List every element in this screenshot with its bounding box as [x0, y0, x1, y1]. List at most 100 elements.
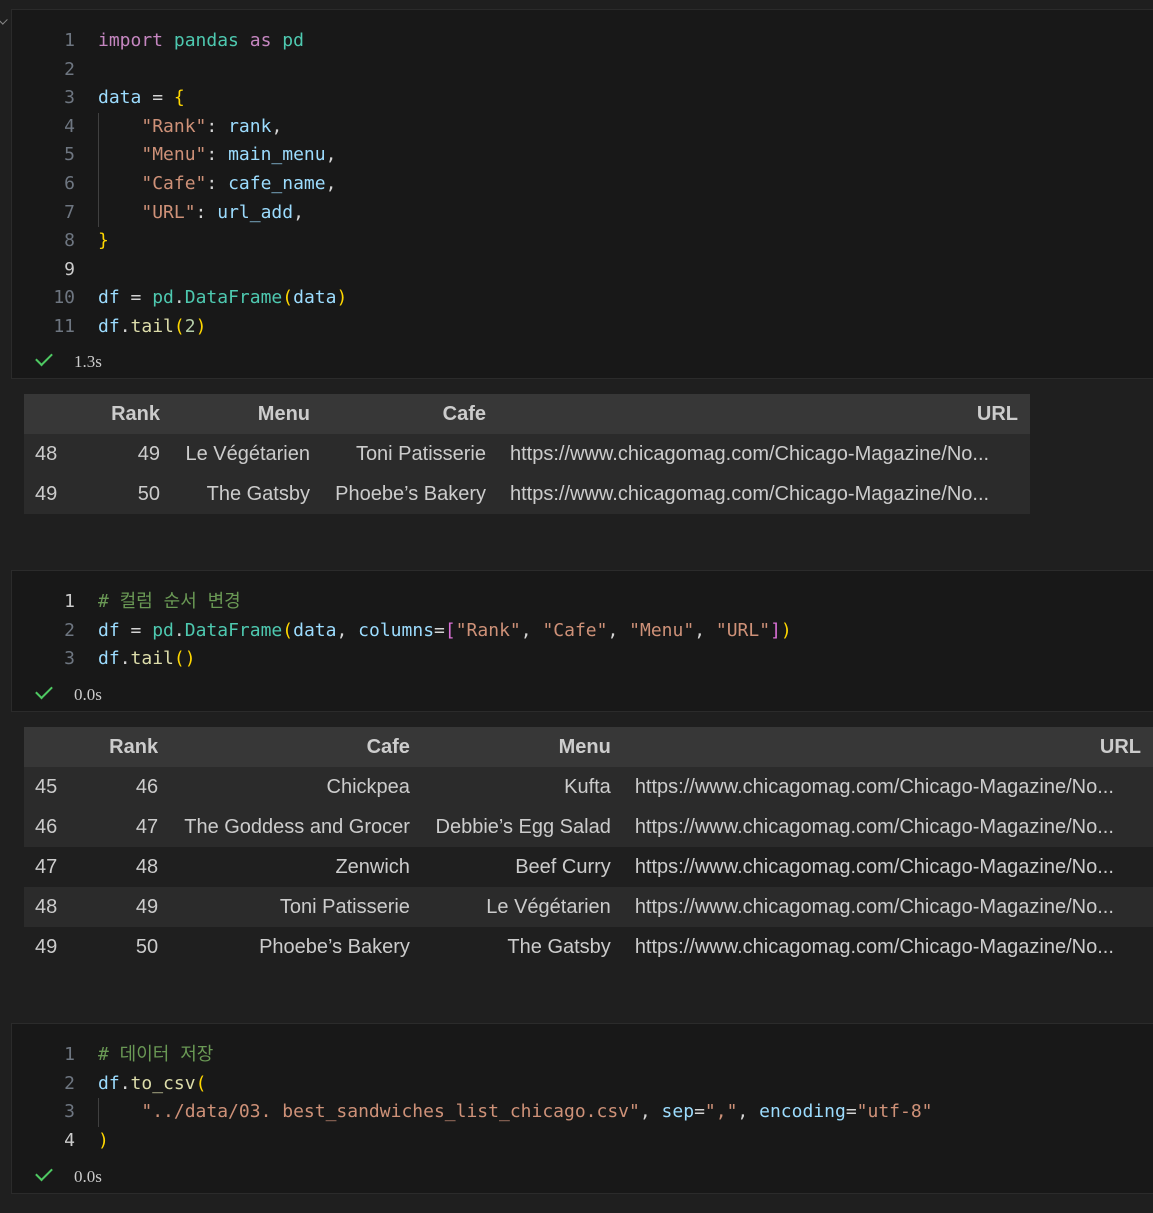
line-number: 1 [64, 30, 75, 51]
line-number: 5 [64, 144, 75, 166]
code-editor[interactable]: 1 # 데이터 저장 2 df.to_csv( 3 "../data/03. bes… [12, 1024, 1153, 1155]
execution-time: 0.0s [74, 685, 102, 704]
cell-rank: 50 [88, 474, 172, 514]
column-header-menu: Menu [172, 394, 322, 434]
code-line: } [98, 230, 109, 252]
cell-url: https://www.chicagomag.com/Chicago-Magaz… [498, 474, 1030, 514]
line-number: 7 [64, 201, 75, 223]
column-header-menu: Menu [421, 727, 623, 767]
code-cell-2[interactable]: 1 # 컬럼 순서 변경 2 df = pd.DataFrame(data, col… [11, 570, 1153, 712]
cell-url: https://www.chicagomag.com/Chicago-Magaz… [498, 434, 1030, 474]
line-number: 1 [64, 1044, 75, 1065]
column-header-cafe: Cafe [170, 727, 422, 767]
cell-menu: The Gatsby [421, 927, 623, 967]
cell-cafe: Chickpea [170, 767, 422, 807]
execution-status: 0.0s [35, 681, 102, 706]
code-editor[interactable]: 1 # 컬럼 순서 변경 2 df = pd.DataFrame(data, col… [12, 571, 1153, 674]
code-line: "URL": url_add, [141, 201, 304, 223]
row-index: 47 [24, 847, 87, 887]
table-row: 48 49 Le Végétarien Toni Patisserie http… [24, 434, 1030, 474]
column-header-url: URL [622, 727, 1153, 767]
column-header-rank: Rank [88, 394, 172, 434]
table-row: 49 50 Phoebe’s Bakery The Gatsby https:/… [24, 927, 1153, 967]
code-line: "Menu": main_menu, [141, 144, 337, 166]
code-cell-3[interactable]: 1 # 데이터 저장 2 df.to_csv( 3 "../data/03. bes… [11, 1023, 1153, 1194]
code-line: df.to_csv( [98, 1072, 207, 1094]
code-line: "../data/03. best_sandwiches_list_chicag… [141, 1101, 933, 1123]
line-number: 11 [53, 315, 75, 337]
code-line: df = pd.DataFrame(data) [98, 287, 348, 309]
code-line: ) [98, 1129, 109, 1151]
column-header-rank: Rank [86, 727, 171, 767]
line-number: 3 [64, 648, 75, 670]
code-line: data = { [98, 87, 185, 109]
code-line: "Cafe": cafe_name, [141, 172, 337, 194]
table-header-row: Rank Cafe Menu URL [24, 727, 1153, 767]
collapse-chevron-icon[interactable] [0, 16, 8, 25]
line-number: 3 [64, 87, 75, 109]
row-index: 48 [24, 887, 87, 927]
line-number: 2 [64, 58, 75, 80]
execution-status: 0.0s [35, 1163, 102, 1188]
cell-rank: 50 [86, 927, 171, 967]
column-header-url: URL [498, 394, 1030, 434]
dataframe-output-1: Rank Menu Cafe URL 48 49 Le Végétarien T… [24, 394, 1030, 514]
line-number: 2 [64, 619, 75, 641]
execution-time: 1.3s [74, 352, 102, 371]
line-number: 10 [53, 287, 75, 309]
cell-rank: 49 [86, 887, 171, 927]
line-number: 1 [64, 591, 75, 612]
cell-cafe: Phoebe’s Bakery [170, 927, 422, 967]
code-line: df.tail() [98, 648, 196, 670]
table-row: 46 47 The Goddess and Grocer Debbie’s Eg… [24, 807, 1153, 847]
code-cell-1[interactable]: 1 import pandas as pd 2 3 data = { 4 "Rank… [11, 9, 1153, 379]
line-number: 4 [64, 115, 75, 137]
cell-cafe: Toni Patisserie [322, 434, 498, 474]
code-line: # 컬럼 순서 변경 [98, 591, 241, 612]
success-check-icon [35, 1163, 53, 1182]
cell-menu: Beef Curry [421, 847, 623, 887]
success-check-icon [35, 348, 53, 367]
line-number: 3 [64, 1101, 75, 1123]
cell-url: https://www.chicagomag.com/Chicago-Magaz… [622, 767, 1153, 807]
row-index: 48 [24, 434, 88, 474]
row-index: 49 [24, 474, 88, 514]
row-index: 49 [24, 927, 87, 967]
table-row: 48 49 Toni Patisserie Le Végétarien http… [24, 887, 1153, 927]
cell-url: https://www.chicagomag.com/Chicago-Magaz… [622, 807, 1153, 847]
execution-status: 1.3s [35, 348, 102, 373]
cell-cafe: The Goddess and Grocer [170, 807, 422, 847]
line-number: 6 [64, 172, 75, 194]
dataframe-output-2: Rank Cafe Menu URL 45 46 Chickpea Kufta … [24, 727, 1153, 967]
cell-cafe: Toni Patisserie [170, 887, 422, 927]
code-line: df.tail(2) [98, 315, 207, 337]
table-row: 47 48 Zenwich Beef Curry https://www.chi… [24, 847, 1153, 887]
line-number: 8 [64, 230, 75, 252]
cell-cafe: Zenwich [170, 847, 422, 887]
cell-cafe: Phoebe’s Bakery [322, 474, 498, 514]
cell-menu: Le Végétarien [172, 434, 322, 474]
code-line: "Rank": rank, [141, 115, 283, 137]
code-line: # 데이터 저장 [98, 1044, 214, 1065]
index-header [24, 727, 87, 767]
index-header [24, 394, 88, 434]
execution-time: 0.0s [74, 1167, 102, 1186]
code-editor[interactable]: 1 import pandas as pd 2 3 data = { 4 "Rank… [12, 10, 1153, 342]
cell-menu: Kufta [421, 767, 623, 807]
table-row: 49 50 The Gatsby Phoebe’s Bakery https:/… [24, 474, 1030, 514]
line-number: 9 [64, 258, 75, 280]
row-index: 46 [24, 807, 87, 847]
cell-url: https://www.chicagomag.com/Chicago-Magaz… [622, 847, 1153, 887]
line-number: 4 [64, 1129, 75, 1151]
code-line: import pandas as pd [98, 30, 304, 51]
cell-url: https://www.chicagomag.com/Chicago-Magaz… [622, 927, 1153, 967]
cell-menu: Debbie’s Egg Salad [421, 807, 623, 847]
cell-url: https://www.chicagomag.com/Chicago-Magaz… [622, 887, 1153, 927]
cell-rank: 47 [86, 807, 171, 847]
cell-rank: 48 [86, 847, 171, 887]
table-header-row: Rank Menu Cafe URL [24, 394, 1030, 434]
cell-rank: 49 [88, 434, 172, 474]
column-header-cafe: Cafe [322, 394, 498, 434]
code-line: df = pd.DataFrame(data, columns=["Rank",… [98, 619, 792, 641]
cell-rank: 46 [86, 767, 171, 807]
